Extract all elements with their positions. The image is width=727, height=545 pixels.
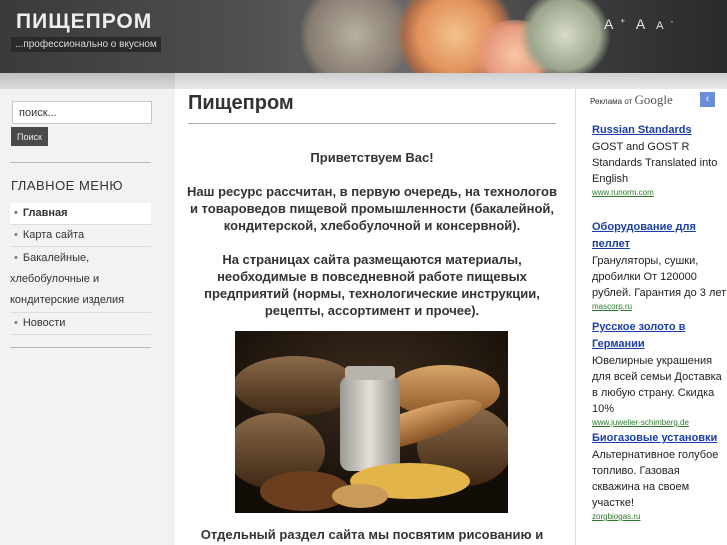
bread-photo — [235, 331, 508, 513]
bullet-icon: • — [14, 317, 18, 329]
ads-sidebar: Реклама от Google ‹ Russian Standards GO… — [575, 89, 727, 545]
ad-item: Биогазовые установки Альтернативное голу… — [592, 430, 727, 523]
header-strip-left — [0, 73, 175, 89]
header-flower-decoration — [520, 0, 610, 73]
menu-item-sitemap[interactable]: • Карта сайта — [10, 225, 151, 247]
ad-title-link[interactable]: Оборудование для — [592, 219, 727, 236]
font-decrease-button[interactable]: A- — [656, 17, 673, 32]
bullet-icon: • — [14, 207, 18, 219]
ad-title-link[interactable]: Russian Standards — [592, 122, 727, 139]
ad-item: Русское золото в Германии Ювелирные укра… — [592, 319, 727, 429]
search-button[interactable]: Поиск — [11, 127, 48, 146]
bullet-icon: • — [14, 252, 18, 264]
menu-item-news[interactable]: • Новости — [10, 313, 151, 335]
font-increase-button[interactable]: A + — [604, 16, 625, 32]
ad-url-link[interactable]: mascorp.ru — [592, 301, 727, 313]
search-input[interactable] — [12, 101, 152, 124]
page-title: Пищепром — [188, 92, 294, 114]
ads-label[interactable]: Реклама от Google — [590, 92, 673, 108]
bread-photo-illustration — [235, 331, 508, 513]
ad-item: Оборудование для пеллет Грануляторы, суш… — [592, 219, 727, 313]
google-logo: Google — [634, 92, 673, 107]
main-menu-title: ГЛАВНОЕ МЕНЮ — [11, 178, 123, 193]
ad-title-link[interactable]: пеллет — [592, 236, 727, 253]
site-title[interactable]: ПИЩЕПРОМ — [16, 10, 152, 34]
title-divider — [188, 123, 556, 124]
main-content: Пищепром Приветствуем Вас! Наш ресурс ра… — [175, 89, 575, 545]
divider — [10, 162, 151, 163]
divider — [10, 347, 151, 348]
ad-item: Russian Standards GOST and GOST R Standa… — [592, 122, 727, 199]
font-size-tools: A + A A- — [604, 16, 680, 32]
header-strip — [0, 73, 727, 89]
article-body: Приветствуем Вас! Наш ресурс рассчитан, … — [186, 149, 558, 336]
ad-url-link[interactable]: www.runorm.com — [592, 187, 727, 199]
paragraph: На страницах сайта размещаются материалы… — [204, 252, 540, 318]
paragraph: Отдельный раздел сайта мы посвятим рисов… — [200, 527, 544, 542]
ad-title-link[interactable]: Биогазовые установки — [592, 430, 727, 447]
ad-url-link[interactable]: www.juwelier-schimberg.de — [592, 417, 727, 429]
menu-item-home[interactable]: • Главная — [10, 203, 151, 225]
site-header: ПИЩЕПРОМ ...профессионально о вкусном A +… — [0, 0, 727, 73]
ad-title-link[interactable]: Русское золото в — [592, 319, 727, 336]
site-slogan: ...профессионально о вкусном — [11, 37, 161, 52]
bullet-icon: • — [14, 229, 18, 241]
font-reset-button[interactable]: A — [636, 16, 645, 32]
left-sidebar: Поиск ГЛАВНОЕ МЕНЮ •Главная •Карта сайта… — [0, 89, 175, 545]
ad-title-link[interactable]: Германии — [592, 336, 727, 353]
greeting: Приветствуем Вас! — [310, 150, 434, 165]
ad-url-link[interactable]: zorgbiogas.ru — [592, 511, 727, 523]
menu-item-bakery[interactable]: • Бакалейные, хлебобулочные и кондитерски… — [10, 247, 151, 313]
chevron-left-icon[interactable]: ‹ — [700, 92, 715, 107]
paragraph: Наш ресурс рассчитан, в первую очередь, … — [187, 184, 557, 233]
main-menu: • Главная • Карта сайта • Бакалейные, хлебо… — [10, 203, 151, 335]
